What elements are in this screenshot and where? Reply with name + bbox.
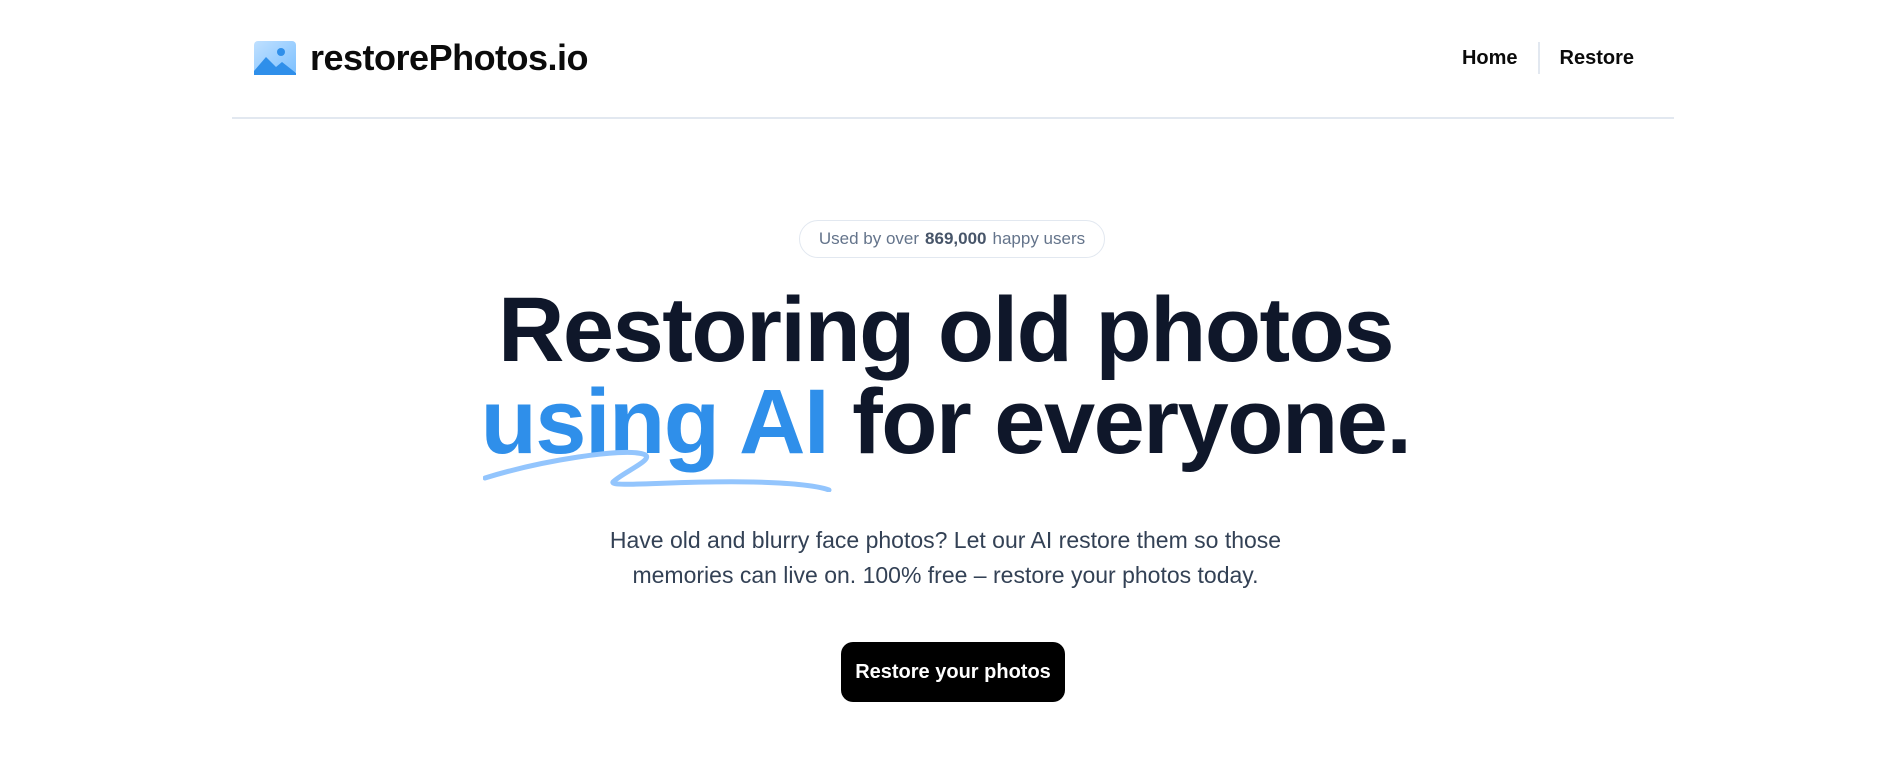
nav-restore-link[interactable]: Restore [1560, 42, 1634, 74]
restore-photos-button[interactable]: Restore your photos [841, 642, 1065, 702]
nav-home-link[interactable]: Home [1462, 42, 1518, 74]
description-line-2: memories can live on. 100% free – restor… [632, 562, 1259, 588]
hero-description: Have old and blurry face photos? Let our… [0, 523, 1891, 593]
headline-line-2: using AI for everyone. [0, 376, 1891, 468]
brand-name: restorePhotos.io [310, 37, 589, 78]
badge-user-count: 869,000 [925, 229, 987, 248]
site-header: restorePhotos.io Home Restore [232, 0, 1674, 119]
headline-line-1: Restoring old photos [497, 279, 1395, 381]
headline-accent: using AI [480, 371, 830, 473]
brand-logo-link[interactable]: restorePhotos.io [254, 37, 589, 78]
hero-headline: Restoring old photos using AI for everyo… [0, 284, 1891, 468]
nav-divider [1537, 42, 1540, 74]
photo-icon [254, 41, 296, 75]
top-nav: Home Restore [1462, 42, 1634, 74]
headline-line-2-rest: for everyone. [852, 371, 1412, 473]
badge-suffix: happy users [992, 229, 1086, 248]
description-line-1: Have old and blurry face photos? Let our… [609, 527, 1282, 553]
page: restorePhotos.io Home Restore Used by ov… [0, 0, 1891, 766]
badge-prefix: Used by over [818, 229, 920, 248]
users-badge: Used by over 869,000 happy users [799, 220, 1105, 258]
